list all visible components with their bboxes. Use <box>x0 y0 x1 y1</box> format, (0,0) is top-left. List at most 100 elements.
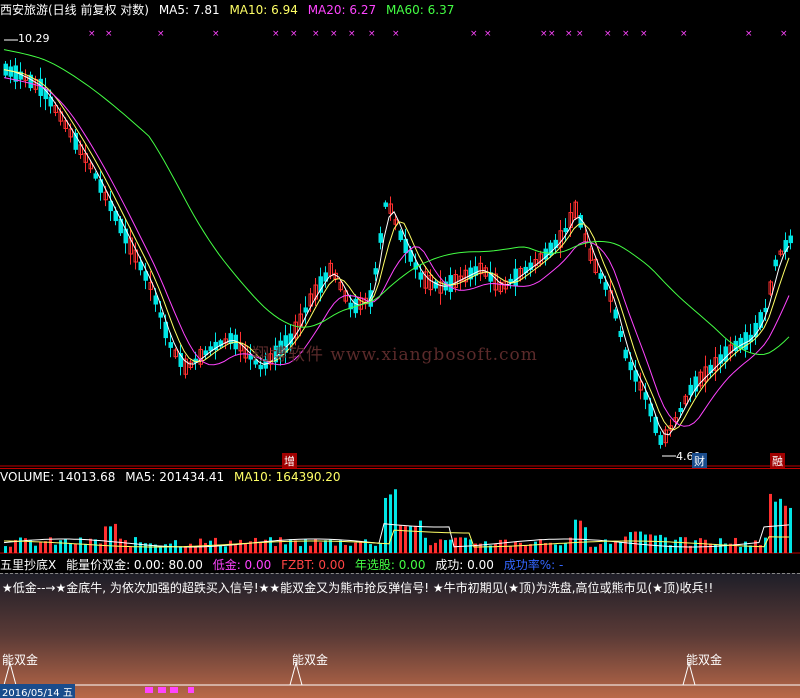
volume-bar <box>494 544 497 553</box>
volume-bar <box>94 539 97 553</box>
signal-x-marker: × <box>272 29 280 39</box>
volume-header: VOLUME: 14013.68 MA5: 201434.41 MA10: 16… <box>0 470 347 484</box>
volume-bar <box>394 489 397 553</box>
candle <box>258 364 263 370</box>
candle <box>623 349 628 359</box>
volume-bar <box>274 546 277 553</box>
candle <box>138 261 143 271</box>
candle <box>373 268 378 275</box>
volume-bar <box>524 545 527 553</box>
volume-bar <box>429 545 432 553</box>
ma20-line <box>3 77 790 427</box>
indicator-name[interactable]: 五里抄底X <box>0 556 56 573</box>
stock-title[interactable]: 西安旅游(日线 前复权 对数) <box>0 1 149 18</box>
candle <box>13 65 18 82</box>
volume-bar <box>339 540 342 553</box>
volume-bar <box>54 544 57 553</box>
signal-bar <box>145 687 153 693</box>
volume-bar <box>204 542 207 553</box>
volume-bar <box>464 537 467 553</box>
signal-x-marker: × <box>212 29 220 39</box>
volume-ma5: MA5: 201434.41 <box>125 470 225 484</box>
cai-tag[interactable]: 财 <box>692 453 707 469</box>
volume-bar <box>384 497 387 553</box>
volume-bar <box>574 519 577 553</box>
high-price-label: 10.29 <box>18 32 50 45</box>
signal-marker-3: 能双金 <box>686 653 723 667</box>
volume-bar <box>449 539 452 553</box>
volume-bar <box>554 544 557 553</box>
volume-bar <box>259 543 262 553</box>
volume-bar <box>299 546 302 553</box>
candle <box>603 282 608 290</box>
volume-bar <box>109 526 112 553</box>
price-chart[interactable]: × × × × × × × × × × × × × × × × × × × × × × × 10.29 4.60 增 财 融 <box>0 18 800 469</box>
candle <box>613 309 618 319</box>
volume-bar <box>634 531 637 553</box>
volume-bar <box>169 543 172 553</box>
volume-bar <box>324 540 327 553</box>
signal-x-marker: × <box>470 29 478 39</box>
volume-bar <box>359 541 362 553</box>
volume-bar <box>519 542 522 553</box>
signal-x-marker: × <box>680 29 688 39</box>
volume-bar <box>459 537 462 553</box>
volume-bar <box>644 534 647 553</box>
signal-x-marker: × <box>368 29 376 39</box>
signal-marker-2: 能双金 <box>292 653 329 667</box>
volume-bar <box>774 501 777 553</box>
volume-bar <box>789 507 792 553</box>
signal-marker-1: 能双金 <box>2 653 39 667</box>
signal-x-marker: × <box>640 29 648 39</box>
price-plot[interactable]: × × × × × × × × × × × × × × × × × × × × × × × <box>0 18 800 468</box>
candle <box>383 202 388 207</box>
ma10-value: MA10: 6.94 <box>229 3 298 17</box>
signal-panel[interactable]: ★低金--→★金底牛, 为依次加强的超跌买入信号!★★能双金又为熊市抢反弹信号!… <box>0 573 800 698</box>
volume-bar <box>624 536 627 553</box>
indicator-f3: FZBT: 0.00 <box>281 558 346 572</box>
rong-tag[interactable]: 融 <box>770 453 785 469</box>
zeng-tag[interactable]: 增 <box>282 453 297 469</box>
volume-bar <box>589 546 592 553</box>
indicator-f1: 能量价双金: 0.00 <box>66 558 161 572</box>
signal-x-marker: × <box>312 29 320 39</box>
signal-x-marker: × <box>88 29 96 39</box>
signal-x-marker: × <box>780 29 788 39</box>
candle <box>688 384 693 396</box>
candle <box>513 268 518 287</box>
volume-bar <box>739 546 742 553</box>
volume-bar <box>414 525 417 553</box>
volume-bar <box>114 523 117 553</box>
volume-bar <box>454 537 457 553</box>
volume-bar <box>679 537 682 553</box>
volume-bar <box>129 546 132 553</box>
volume-bar <box>379 543 382 553</box>
signal-x-marker: × <box>330 29 338 39</box>
volume-bar <box>389 494 392 553</box>
signal-x-marker: × <box>348 29 356 39</box>
volume-bar <box>89 538 92 553</box>
volume-bar <box>609 543 612 553</box>
volume-ma10: MA10: 164390.20 <box>233 470 341 484</box>
indicator-f1b: : 80.00 <box>160 558 203 572</box>
signal-bar <box>188 687 194 693</box>
ma10-line <box>3 69 790 431</box>
indicator-header: 五里抄底X 能量价双金: 0.00: 80.00 低金: 0.00 FZBT: … <box>0 555 800 573</box>
volume-bar <box>284 544 287 553</box>
candle <box>153 295 158 305</box>
candle <box>168 342 173 348</box>
indicator-f4: 年选股: 0.00 <box>354 558 426 572</box>
volume-bar <box>329 539 332 553</box>
candle <box>563 227 568 233</box>
candle <box>398 230 403 241</box>
volume-chart[interactable]: VOLUME: 14013.68 MA5: 201434.41 MA10: 16… <box>0 468 800 555</box>
volume-bar <box>224 546 227 553</box>
volume-bar <box>9 546 12 553</box>
volume-bar <box>229 540 232 553</box>
volume-bar <box>599 544 602 553</box>
ma60-line <box>3 49 790 356</box>
volume-bar <box>74 543 77 553</box>
volume-bar <box>594 546 597 553</box>
signal-x-marker: × <box>484 29 492 39</box>
volume-bar <box>344 544 347 553</box>
